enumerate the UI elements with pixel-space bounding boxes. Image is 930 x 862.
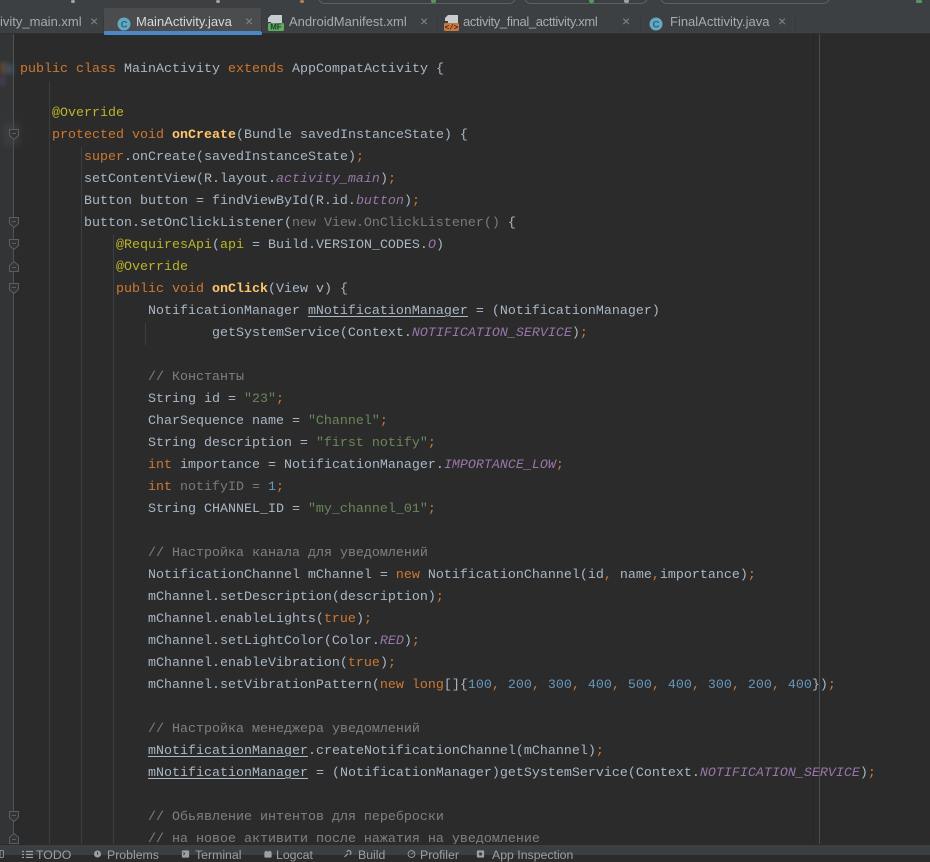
svg-text:MF: MF [270,23,282,32]
svg-text:</>: </> [445,25,459,32]
svg-text:C: C [121,20,128,31]
svg-text:C: C [653,20,660,31]
